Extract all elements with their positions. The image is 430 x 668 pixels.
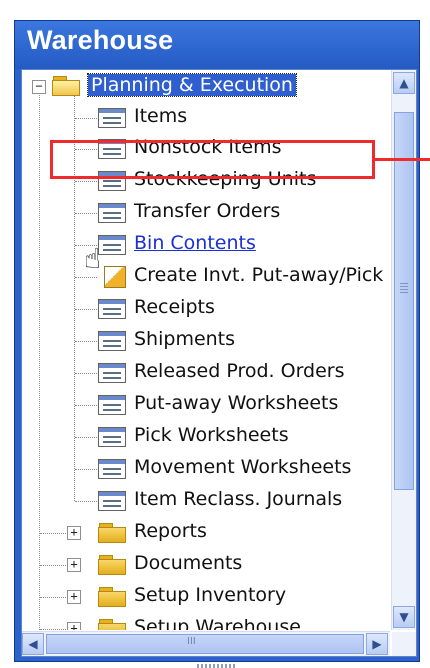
tree-item-label: Put-away Worksheets xyxy=(134,392,339,414)
scroll-grip: III xyxy=(187,636,196,647)
expand-icon[interactable]: + xyxy=(67,590,81,604)
tree-folder-documents[interactable]: + Documents xyxy=(22,550,390,580)
form-icon xyxy=(98,299,126,319)
batch-icon xyxy=(104,266,126,288)
tree-item-label: Item Reclass. Journals xyxy=(134,488,343,510)
scroll-right-button[interactable]: ▶ xyxy=(366,633,388,655)
resize-grip[interactable] xyxy=(197,664,237,668)
tree-item-label: Items xyxy=(134,105,188,127)
window-title-bar: Warehouse xyxy=(15,21,419,69)
tree-folder-label: Documents xyxy=(134,552,243,574)
folder-icon xyxy=(98,587,128,607)
tree-root-label: Planning & Execution xyxy=(87,73,297,97)
tree-item-transfer-orders[interactable]: Transfer Orders xyxy=(22,198,390,228)
tree-item-label: Pick Worksheets xyxy=(134,424,289,446)
tree-item-released-prod-orders[interactable]: Released Prod. Orders xyxy=(22,358,390,388)
form-icon xyxy=(98,395,126,415)
highlight-box xyxy=(50,140,375,179)
form-icon xyxy=(98,108,126,128)
tree-item-movement-worksheets[interactable]: Movement Worksheets xyxy=(22,454,390,484)
tree-folder-setup-warehouse[interactable]: + Setup Warehouse xyxy=(22,614,390,630)
tree-item-bin-contents[interactable]: Bin Contents ☝ xyxy=(22,230,390,275)
tree-row-planning-execution[interactable]: − Planning & Execution xyxy=(22,72,390,102)
highlight-pointer-line xyxy=(375,158,430,161)
warehouse-window: Warehouse − Planning & Execution Items N… xyxy=(14,20,420,662)
tree-item-label: Released Prod. Orders xyxy=(134,360,345,382)
scroll-up-button[interactable]: ▲ xyxy=(393,72,415,94)
tree-item-shipments[interactable]: Shipments xyxy=(22,326,390,356)
form-icon xyxy=(98,491,126,511)
folder-icon xyxy=(98,619,128,630)
tree-item-label: Create Invt. Put-away/Pick xyxy=(134,264,384,286)
tree-folder-label: Setup Inventory xyxy=(134,584,287,606)
form-icon xyxy=(98,363,126,383)
tree-item-link-label[interactable]: Bin Contents xyxy=(134,232,256,254)
tree-item-item-reclass-journals[interactable]: Item Reclass. Journals xyxy=(22,486,390,516)
tree-item-create-invt-putaway-pick[interactable]: Create Invt. Put-away/Pick xyxy=(22,262,390,292)
open-folder-icon xyxy=(52,76,82,96)
tree-item-receipts[interactable]: Receipts xyxy=(22,294,390,324)
vertical-scrollbar[interactable]: ▲ ▼ xyxy=(391,70,416,630)
form-icon xyxy=(98,235,126,255)
tree-item-label: Shipments xyxy=(134,328,236,350)
scroll-down-button[interactable]: ▼ xyxy=(393,606,415,628)
horizontal-scroll-thumb[interactable]: III xyxy=(46,634,364,654)
form-icon xyxy=(98,427,126,447)
tree-item-label: Movement Worksheets xyxy=(134,456,352,478)
tree-item-pick-worksheets[interactable]: Pick Worksheets xyxy=(22,422,390,452)
tree-folder-setup-inventory[interactable]: + Setup Inventory xyxy=(22,582,390,612)
form-icon xyxy=(98,203,126,223)
expand-icon[interactable]: + xyxy=(67,558,81,572)
window-title: Warehouse xyxy=(27,25,174,55)
horizontal-scrollbar[interactable]: ◀ III ▶ xyxy=(22,631,390,656)
tree-folder-label: Reports xyxy=(134,520,207,542)
tree-item-items[interactable]: Items xyxy=(22,103,390,133)
form-icon xyxy=(98,331,126,351)
tree-item-label: Transfer Orders xyxy=(134,200,281,222)
tree-folder-reports[interactable]: + Reports xyxy=(22,518,390,548)
vertical-scroll-thumb[interactable] xyxy=(394,112,414,490)
scroll-left-button[interactable]: ◀ xyxy=(22,633,44,655)
collapse-icon[interactable]: − xyxy=(32,80,46,94)
folder-icon xyxy=(98,555,128,575)
expand-icon[interactable]: + xyxy=(67,526,81,540)
form-icon xyxy=(98,459,126,479)
tree-folder-label: Setup Warehouse xyxy=(134,616,301,630)
tree-item-label: Receipts xyxy=(134,296,215,318)
scroll-corner xyxy=(392,632,416,656)
folder-icon xyxy=(98,523,128,543)
expand-icon[interactable]: + xyxy=(67,622,81,630)
tree-item-putaway-worksheets[interactable]: Put-away Worksheets xyxy=(22,390,390,420)
